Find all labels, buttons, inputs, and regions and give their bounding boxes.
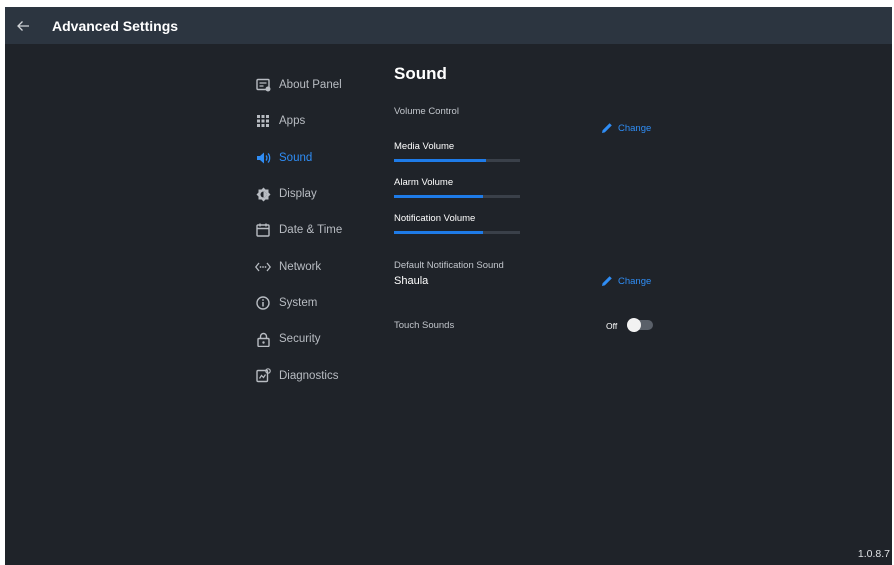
change-notification-label: Change — [618, 275, 652, 287]
alarm-volume-row: Alarm Volume — [394, 177, 520, 198]
alarm-volume-slider[interactable] — [394, 195, 520, 198]
info-circle-icon — [255, 295, 271, 311]
nav-label-system: System — [279, 296, 318, 309]
nav-item-diagnostics[interactable]: Diagnostics — [253, 357, 373, 393]
info-panel-icon — [255, 77, 271, 93]
back-button[interactable] — [7, 7, 39, 44]
nav-item-about-panel[interactable]: About Panel — [253, 67, 373, 103]
nav-item-sound[interactable]: Sound — [253, 140, 373, 176]
settings-nav: About Panel Apps Sound Display Date & Ti… — [253, 67, 373, 394]
pencil-icon — [602, 123, 612, 133]
settings-window: Advanced Settings About Panel Apps Sound… — [5, 7, 892, 565]
pencil-icon — [602, 276, 612, 286]
notification-volume-row: Notification Volume — [394, 213, 520, 234]
nav-label-about-panel: About Panel — [279, 79, 342, 92]
media-volume-fill — [394, 159, 486, 162]
alarm-volume-label: Alarm Volume — [394, 177, 454, 188]
nav-item-network[interactable]: Network — [253, 248, 373, 284]
page-title: Advanced Settings — [52, 17, 179, 34]
nav-label-display: Display — [279, 188, 317, 201]
nav-label-apps: Apps — [279, 115, 306, 128]
nav-label-diagnostics: Diagnostics — [279, 369, 339, 382]
notification-volume-label: Notification Volume — [394, 213, 476, 224]
change-volume-label: Change — [618, 122, 652, 134]
grid-icon — [255, 113, 271, 129]
volume-control-label: Volume Control — [394, 106, 459, 117]
network-icon — [255, 259, 271, 275]
media-volume-row: Media Volume — [394, 141, 520, 162]
default-notification-label: Default Notification Sound — [394, 260, 504, 271]
nav-item-date-time[interactable]: Date & Time — [253, 212, 373, 248]
brightness-icon — [255, 186, 271, 202]
version-label: 1.0.8.7 — [857, 548, 890, 560]
nav-item-system[interactable]: System — [253, 285, 373, 321]
nav-label-sound: Sound — [279, 151, 313, 164]
speaker-icon — [255, 150, 271, 166]
change-notification-sound-button[interactable]: Change — [601, 275, 651, 287]
nav-label-date-time: Date & Time — [279, 224, 343, 237]
calendar-icon — [255, 222, 271, 238]
media-volume-label: Media Volume — [394, 141, 455, 152]
nav-item-display[interactable]: Display — [253, 176, 373, 212]
nav-label-network: Network — [279, 260, 322, 273]
notification-volume-slider[interactable] — [394, 231, 520, 234]
touch-sounds-label: Touch Sounds — [394, 320, 455, 331]
toggle-knob — [627, 318, 641, 332]
nav-label-security: Security — [279, 333, 321, 346]
default-notification-value: Shaula — [394, 275, 429, 287]
notification-volume-fill — [394, 231, 484, 234]
arrow-left-icon — [17, 20, 29, 31]
diagnostics-icon — [255, 368, 271, 384]
alarm-volume-fill — [394, 195, 484, 198]
touch-sounds-toggle[interactable] — [627, 318, 653, 332]
app-bar: Advanced Settings — [5, 7, 892, 44]
media-volume-slider[interactable] — [394, 159, 520, 162]
nav-item-security[interactable]: Security — [253, 321, 373, 357]
nav-item-apps[interactable]: Apps — [253, 103, 373, 139]
sound-settings-panel: Sound Volume Control Change Media Volume… — [394, 64, 694, 332]
touch-sounds-state: Off — [606, 321, 618, 331]
section-title: Sound — [394, 64, 447, 83]
lock-icon — [255, 331, 271, 347]
change-volume-button[interactable]: Change — [601, 122, 651, 134]
